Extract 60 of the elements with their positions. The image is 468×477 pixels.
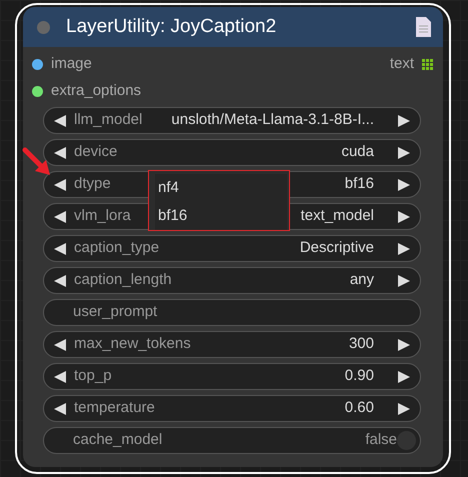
left-arrow-icon[interactable] (54, 274, 66, 286)
output-label: text (390, 54, 414, 74)
widget-label: llm_model (74, 110, 142, 130)
widget-label: dtype (74, 174, 111, 194)
right-arrow-icon[interactable] (398, 242, 410, 254)
input-slot-dot[interactable] (32, 59, 43, 70)
right-arrow-icon[interactable] (398, 210, 410, 222)
input-label: extra_options (51, 81, 142, 102)
toggle-widget[interactable]: cache_model false (43, 427, 421, 454)
left-arrow-icon[interactable] (54, 402, 66, 414)
toggle-value: false (365, 430, 397, 450)
menu-item[interactable]: bf16 (155, 202, 287, 230)
widget-value: 0.90 (344, 366, 374, 386)
widget-value: Descriptive (300, 238, 374, 258)
input-slot-dot[interactable] (32, 86, 43, 97)
widget-label: device (74, 142, 118, 162)
widget-label: user_prompt (73, 302, 158, 322)
left-arrow-icon[interactable] (54, 146, 66, 158)
left-arrow-icon[interactable] (54, 114, 66, 126)
input-label: image (51, 54, 92, 74)
collapse-dot[interactable] (37, 20, 50, 34)
widget-label: max_new_tokens (74, 334, 191, 354)
widget-value: cuda (341, 142, 374, 162)
value-widget[interactable]: device cuda (43, 139, 421, 166)
node-title: LayerUtility: JoyCaption2 (66, 14, 278, 39)
widget-label: cache_model (73, 430, 164, 450)
right-arrow-icon[interactable] (398, 370, 410, 382)
document-icon[interactable] (415, 17, 431, 37)
right-arrow-icon[interactable] (398, 402, 410, 414)
widget-label: top_p (74, 366, 112, 386)
widget-value: any (350, 270, 374, 290)
right-arrow-icon[interactable] (398, 274, 410, 286)
toggle-knob[interactable] (397, 431, 416, 450)
widget-label: caption_type (74, 238, 160, 258)
value-widget[interactable]: max_new_tokens 300 (43, 331, 421, 358)
widget-label: caption_length (74, 270, 172, 290)
output-grid-icon[interactable] (422, 59, 433, 70)
value-widget[interactable]: temperature 0.60 (43, 395, 421, 422)
widget-value: bf16 (344, 174, 374, 194)
value-widget[interactable]: top_p 0.90 (43, 363, 421, 390)
value-widget[interactable]: llm_model unsloth/Meta-Llama-3.1-8B-I... (43, 107, 421, 134)
right-arrow-icon[interactable] (398, 146, 410, 158)
left-arrow-icon[interactable] (54, 370, 66, 382)
right-arrow-icon[interactable] (398, 114, 410, 126)
left-arrow-icon[interactable] (54, 242, 66, 254)
right-arrow-icon[interactable] (398, 178, 410, 190)
widget-value: text_model (300, 206, 374, 226)
widget-value: unsloth/Meta-Llama-3.1-8B-I... (171, 110, 374, 130)
widget-value: 0.60 (344, 398, 374, 418)
widget-value: 300 (348, 334, 374, 354)
value-widget[interactable]: caption_type Descriptive (43, 235, 421, 262)
menu-item[interactable]: nf4 (155, 174, 287, 202)
text-input-field[interactable]: user_prompt (43, 299, 421, 326)
value-widget[interactable]: caption_length any (43, 267, 421, 294)
left-arrow-icon[interactable] (54, 210, 66, 222)
left-arrow-icon[interactable] (54, 338, 66, 350)
right-arrow-icon[interactable] (398, 338, 410, 350)
widget-label: temperature (74, 398, 155, 418)
widget-label: vlm_lora (74, 206, 131, 226)
left-arrow-icon[interactable] (54, 178, 66, 190)
